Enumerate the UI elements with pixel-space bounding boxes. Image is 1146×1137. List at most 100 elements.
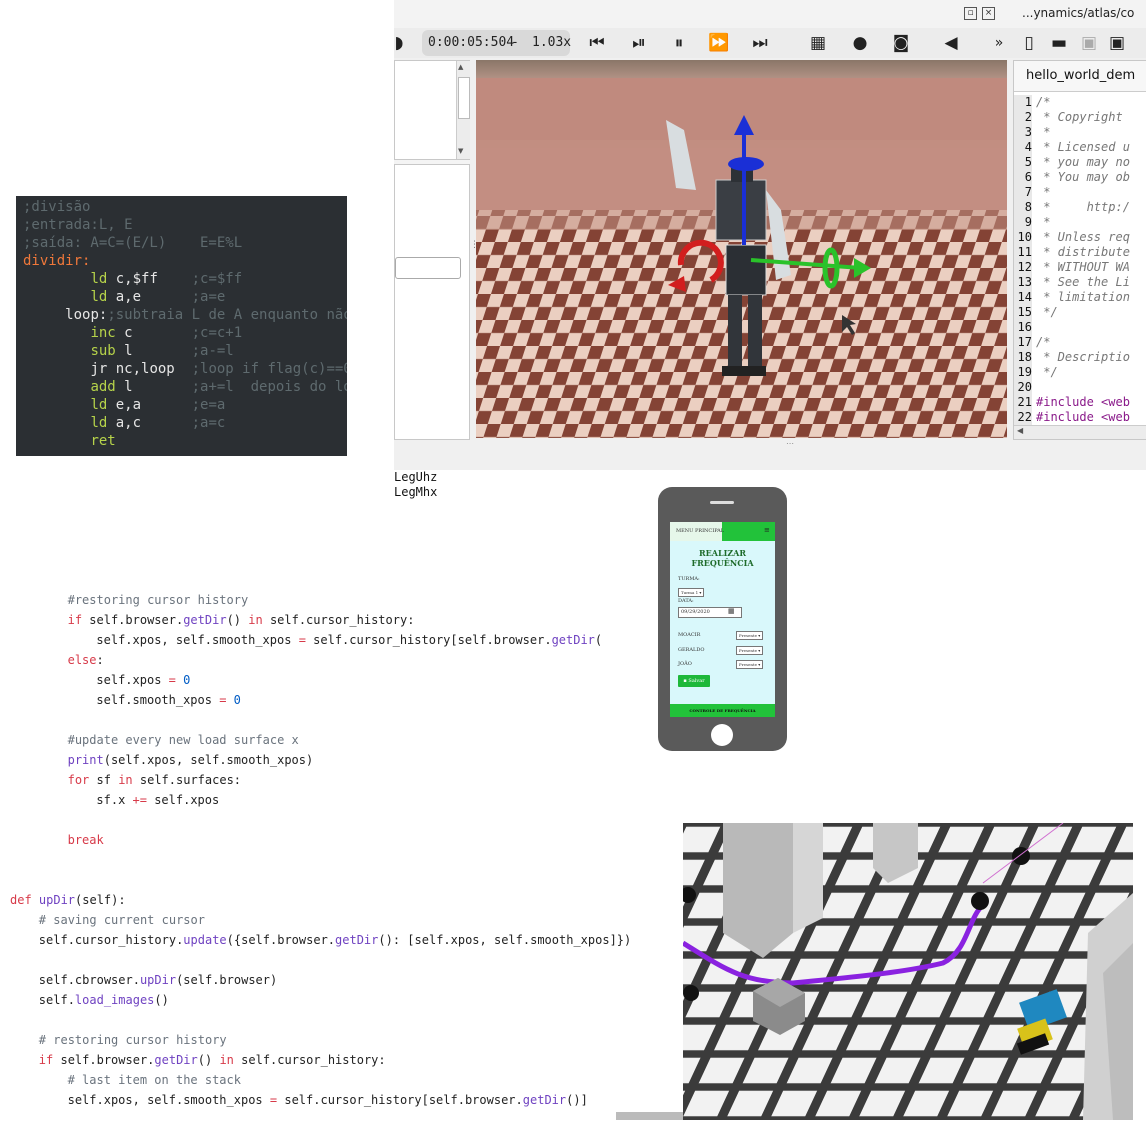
fastest-icon[interactable]: ⏭ — [749, 32, 771, 54]
asm-line: add l ;a+=l depois do lo — [23, 378, 347, 396]
code-token: self.browser. — [89, 613, 184, 627]
code-line: print(self.xpos, self.smooth_xpos) — [68, 750, 314, 770]
home-button[interactable] — [711, 724, 733, 746]
code-token: (self.xpos, self.smooth_xpos) — [103, 753, 314, 767]
code-line: * limitation — [1036, 290, 1130, 304]
field-input[interactable] — [395, 257, 461, 279]
asm-token: l — [124, 379, 192, 395]
asm-token: ;a=c — [191, 415, 226, 431]
asm-token: ;c=c+1 — [191, 325, 243, 341]
asm-token: ;a=e — [191, 289, 226, 305]
hamburger-icon[interactable]: ≡ — [764, 526, 770, 534]
code-token: = — [298, 633, 314, 647]
title-bar: ▫ × ...ynamics/atlas/co — [394, 0, 1146, 28]
scroll-left-icon[interactable]: ◀ — [1017, 426, 1023, 435]
scroll-down-icon[interactable]: ▼ — [458, 147, 463, 155]
code-token: for — [67, 773, 97, 787]
asm-token: ret — [90, 433, 116, 449]
code-token: 0 — [233, 693, 241, 707]
code-token: () — [154, 993, 169, 1007]
asm-token: ;divisão — [23, 199, 91, 215]
save-label: Salvar — [688, 678, 705, 684]
scene-tree-scrollbar[interactable]: ▲ ▼ — [456, 61, 470, 159]
student-status-select[interactable]: Presente ▾ — [736, 631, 764, 640]
restore-icon[interactable]: ▫ — [964, 7, 977, 20]
code-token: = — [219, 693, 234, 707]
line-number: 8 — [1014, 200, 1032, 215]
asm-token: jr nc,loop — [90, 361, 192, 377]
code-line: * See the Li — [1036, 275, 1130, 289]
simulation-time-display: 0:00:05:504 - 1.03x — [422, 30, 571, 56]
new-file-icon[interactable]: ▯ — [1018, 32, 1040, 54]
console-output: LegUhz LegMhx — [394, 470, 494, 506]
code-token: getDir — [335, 933, 379, 947]
close-icon[interactable]: × — [982, 7, 995, 20]
code-line: if self.browser.getDir() in self.cursor_… — [39, 1050, 386, 1070]
code-token: self.surfaces: — [139, 773, 242, 787]
editor-code[interactable]: 1 /* 2 * Copyright 3 * 4 * Licensed u 5 * you… — [1014, 95, 1146, 425]
asm-line: dividir: — [23, 252, 90, 270]
app-menu-bar[interactable]: MENU PRINCIPAL ≡ — [670, 522, 775, 541]
asm-token: ;c=$ff — [191, 271, 243, 287]
line-number: 13 — [1014, 275, 1032, 290]
record-icon[interactable]: ● — [849, 32, 871, 54]
code-line: self.cursor_history.update({self.browser… — [39, 930, 631, 950]
camera-icon[interactable]: ◙ — [890, 32, 912, 54]
code-token: # last item on the stack — [67, 1073, 241, 1087]
code-token: () — [226, 613, 249, 627]
scene-tree-panel: ▲ ▼ ⋮ — [394, 60, 479, 440]
save-icon[interactable]: ▣ — [1078, 32, 1100, 54]
student-status-select[interactable]: Presente ▾ — [736, 660, 764, 669]
code-token: self. — [38, 993, 75, 1007]
field-editor — [394, 164, 470, 440]
asm-token: ld — [90, 271, 116, 287]
partial-icon: ◗ — [394, 33, 404, 53]
scroll-up-icon[interactable]: ▲ — [458, 63, 463, 71]
code-line: #restoring cursor history — [68, 590, 249, 610]
app-footer: CONTROLE DE FREQUÊNCIA — [670, 704, 775, 717]
code-line: * Descriptio — [1036, 350, 1130, 364]
turma-select[interactable]: Turma 1 ▾ — [678, 588, 705, 597]
student-status-select[interactable]: Presente ▾ — [736, 646, 764, 655]
code-token: self.browser. — [60, 1053, 155, 1067]
play-step-icon[interactable]: ⏯ — [628, 32, 650, 54]
line-number: 7 — [1014, 185, 1032, 200]
code-token: # saving current cursor — [38, 913, 205, 927]
code-token: (self): — [75, 893, 126, 907]
scroll-thumb[interactable] — [458, 77, 470, 119]
text-editor[interactable]: hello_world_dem 1 /* 2 * Copyright 3 * 4 * L… — [1013, 60, 1146, 440]
more-icon[interactable]: » — [988, 32, 1010, 54]
tab-hello-world[interactable]: hello_world_dem — [1014, 61, 1146, 92]
line-number: 1 — [1014, 95, 1032, 110]
asm-line: ld e,a ;e=a — [23, 396, 225, 414]
splitter-handle-icon[interactable]: ⋯ — [786, 439, 794, 448]
asm-token: l — [124, 343, 192, 359]
editor-horizontal-scrollbar[interactable]: ◀ — [1014, 425, 1146, 439]
code-line: sf.x += self.xpos — [96, 790, 219, 810]
code-line: * Copyright — [1036, 110, 1123, 124]
step-back-icon[interactable]: ⏮ — [586, 32, 608, 54]
asm-token: ;subtraia L de A enquanto não — [107, 307, 347, 323]
fast-forward-icon[interactable]: ⏩ — [708, 32, 730, 54]
code-token: += — [132, 793, 155, 807]
code-line: * — [1036, 125, 1051, 139]
3d-viewport[interactable] — [476, 60, 1007, 438]
save-button[interactable]: ▪ Salvar — [678, 675, 710, 687]
asm-line: inc c ;c=c+1 — [23, 324, 242, 342]
navigation-3d-render — [683, 823, 1133, 1120]
asm-line: jr nc,loop ;loop if flag(c)==0 — [23, 360, 347, 378]
calendar-icon[interactable]: ▦ — [728, 607, 735, 615]
line-number: 20 — [1014, 380, 1032, 395]
line-number: 19 — [1014, 365, 1032, 380]
asm-token: e,a — [115, 397, 192, 413]
code-token: self.cursor_history. — [38, 933, 184, 947]
video-icon[interactable]: ▦ — [807, 32, 829, 54]
open-folder-icon[interactable]: ▬ — [1048, 32, 1070, 54]
app-title: REALIZAR FREQUÊNCIA — [691, 548, 754, 568]
mute-icon[interactable]: ◀ — [940, 32, 962, 54]
save-as-icon[interactable]: ▣ — [1106, 32, 1128, 54]
pause-icon[interactable]: ⏸ — [668, 32, 690, 54]
scene-tree[interactable]: ▲ ▼ — [394, 60, 470, 160]
code-line: * http:/ — [1036, 200, 1130, 214]
